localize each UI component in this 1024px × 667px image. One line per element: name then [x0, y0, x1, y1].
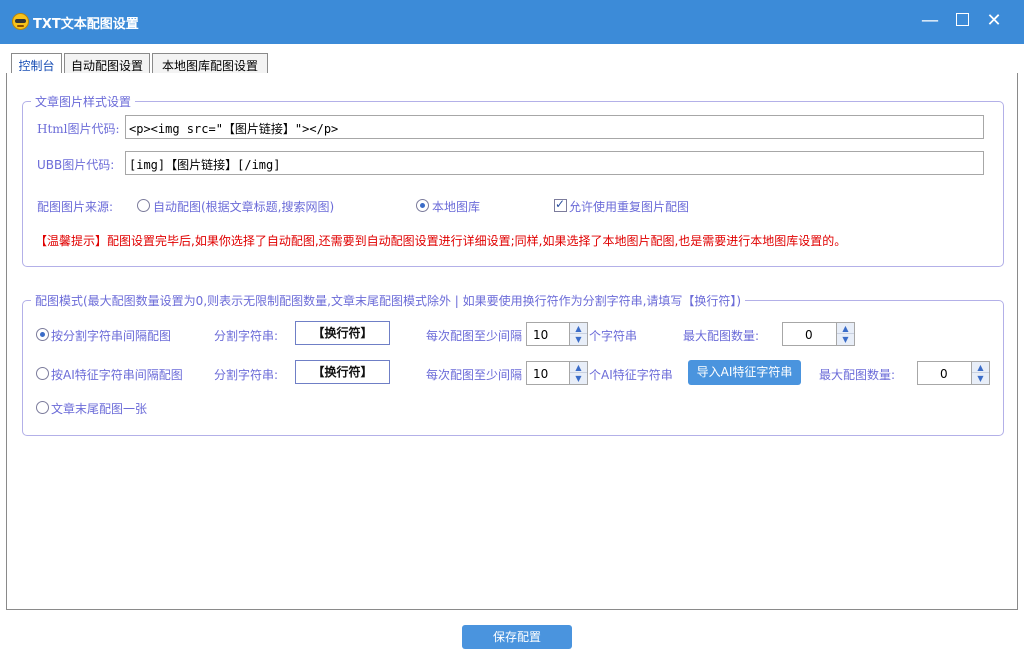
- html-code-label: Html图片代码:: [37, 122, 120, 136]
- max-count-spinner-2[interactable]: 0 ▲ ▼: [917, 361, 990, 385]
- minimize-icon[interactable]: —: [918, 10, 942, 34]
- mode-ai-feature-radio[interactable]: [36, 367, 49, 380]
- interval-value-1: 10: [533, 328, 549, 342]
- interval-label-1: 每次配图至少间隔: [426, 329, 523, 343]
- interval-value-2: 10: [533, 367, 549, 381]
- tab-local-library-settings[interactable]: 本地图库配图设置: [152, 53, 268, 73]
- mode-separator-radio[interactable]: [36, 328, 49, 341]
- image-style-group-title: 文章图片样式设置: [31, 93, 136, 110]
- save-config-button[interactable]: 保存配置: [462, 625, 572, 649]
- image-source-label: 配图图片来源:: [37, 200, 114, 214]
- separator-label-1: 分割字符串:: [214, 329, 279, 343]
- window-title: TXT文本配图设置: [33, 17, 139, 32]
- spin-up-icon[interactable]: ▲: [972, 362, 989, 373]
- interval-unit-1: 个字符串: [589, 329, 638, 343]
- max-count-label-1: 最大配图数量:: [683, 329, 760, 343]
- separator-label-2: 分割字符串:: [214, 368, 279, 382]
- source-local-radio[interactable]: [416, 199, 429, 212]
- ubb-code-input[interactable]: [img]【图片链接】[/img]: [125, 151, 984, 175]
- mode-separator-label[interactable]: 按分割字符串间隔配图: [51, 327, 171, 344]
- close-icon[interactable]: ✕: [982, 10, 1006, 34]
- spin-down-icon[interactable]: ▼: [570, 373, 587, 384]
- image-mode-group-title: 配图模式(最大配图数量设置为0,则表示无限制配图数量,文章末尾配图模式除外 | …: [31, 292, 746, 309]
- html-code-input[interactable]: <p><img src="【图片链接】"></p>: [125, 115, 984, 139]
- tab-console[interactable]: 控制台: [11, 53, 62, 74]
- max-count-value-2: 0: [940, 367, 948, 381]
- max-count-spinner-1[interactable]: 0 ▲ ▼: [782, 322, 855, 346]
- maximize-icon[interactable]: [950, 10, 974, 34]
- spin-up-icon[interactable]: ▲: [570, 323, 587, 334]
- allow-repeat-label[interactable]: 允许使用重复图片配图: [569, 198, 689, 215]
- spin-up-icon[interactable]: ▲: [570, 362, 587, 373]
- source-auto-label[interactable]: 自动配图(根据文章标题,搜索网图): [153, 198, 334, 215]
- tab-auto-image-settings[interactable]: 自动配图设置: [64, 53, 150, 73]
- warm-tip-text: 【温馨提示】配图设置完毕后,如果你选择了自动配图,还需要到自动配图设置进行详细设…: [35, 234, 847, 248]
- ubb-code-label: UBB图片代码:: [37, 158, 115, 172]
- mode-end-of-article-radio[interactable]: [36, 401, 49, 414]
- spin-down-icon[interactable]: ▼: [972, 373, 989, 384]
- max-count-value-1: 0: [805, 328, 813, 342]
- separator-input-1[interactable]: 【换行符】: [295, 321, 390, 345]
- app-logo-icon: [12, 13, 29, 30]
- separator-input-2[interactable]: 【换行符】: [295, 360, 390, 384]
- source-auto-radio[interactable]: [137, 199, 150, 212]
- spin-up-icon[interactable]: ▲: [837, 323, 854, 334]
- title-bar: TXT文本配图设置 — ✕: [0, 0, 1024, 44]
- interval-unit-2: 个AI特征字符串: [589, 368, 673, 382]
- mode-ai-feature-label[interactable]: 按AI特征字符串间隔配图: [51, 366, 183, 383]
- source-local-label[interactable]: 本地图库: [432, 198, 480, 215]
- interval-label-2: 每次配图至少间隔: [426, 368, 523, 382]
- interval-spinner-1[interactable]: 10 ▲ ▼: [526, 322, 588, 346]
- allow-repeat-checkbox[interactable]: [554, 197, 567, 212]
- max-count-label-2: 最大配图数量:: [819, 368, 896, 382]
- interval-spinner-2[interactable]: 10 ▲ ▼: [526, 361, 588, 385]
- import-ai-feature-button[interactable]: 导入AI特征字符串: [688, 360, 801, 385]
- spin-down-icon[interactable]: ▼: [837, 334, 854, 345]
- mode-end-of-article-label[interactable]: 文章末尾配图一张: [51, 400, 147, 417]
- spin-down-icon[interactable]: ▼: [570, 334, 587, 345]
